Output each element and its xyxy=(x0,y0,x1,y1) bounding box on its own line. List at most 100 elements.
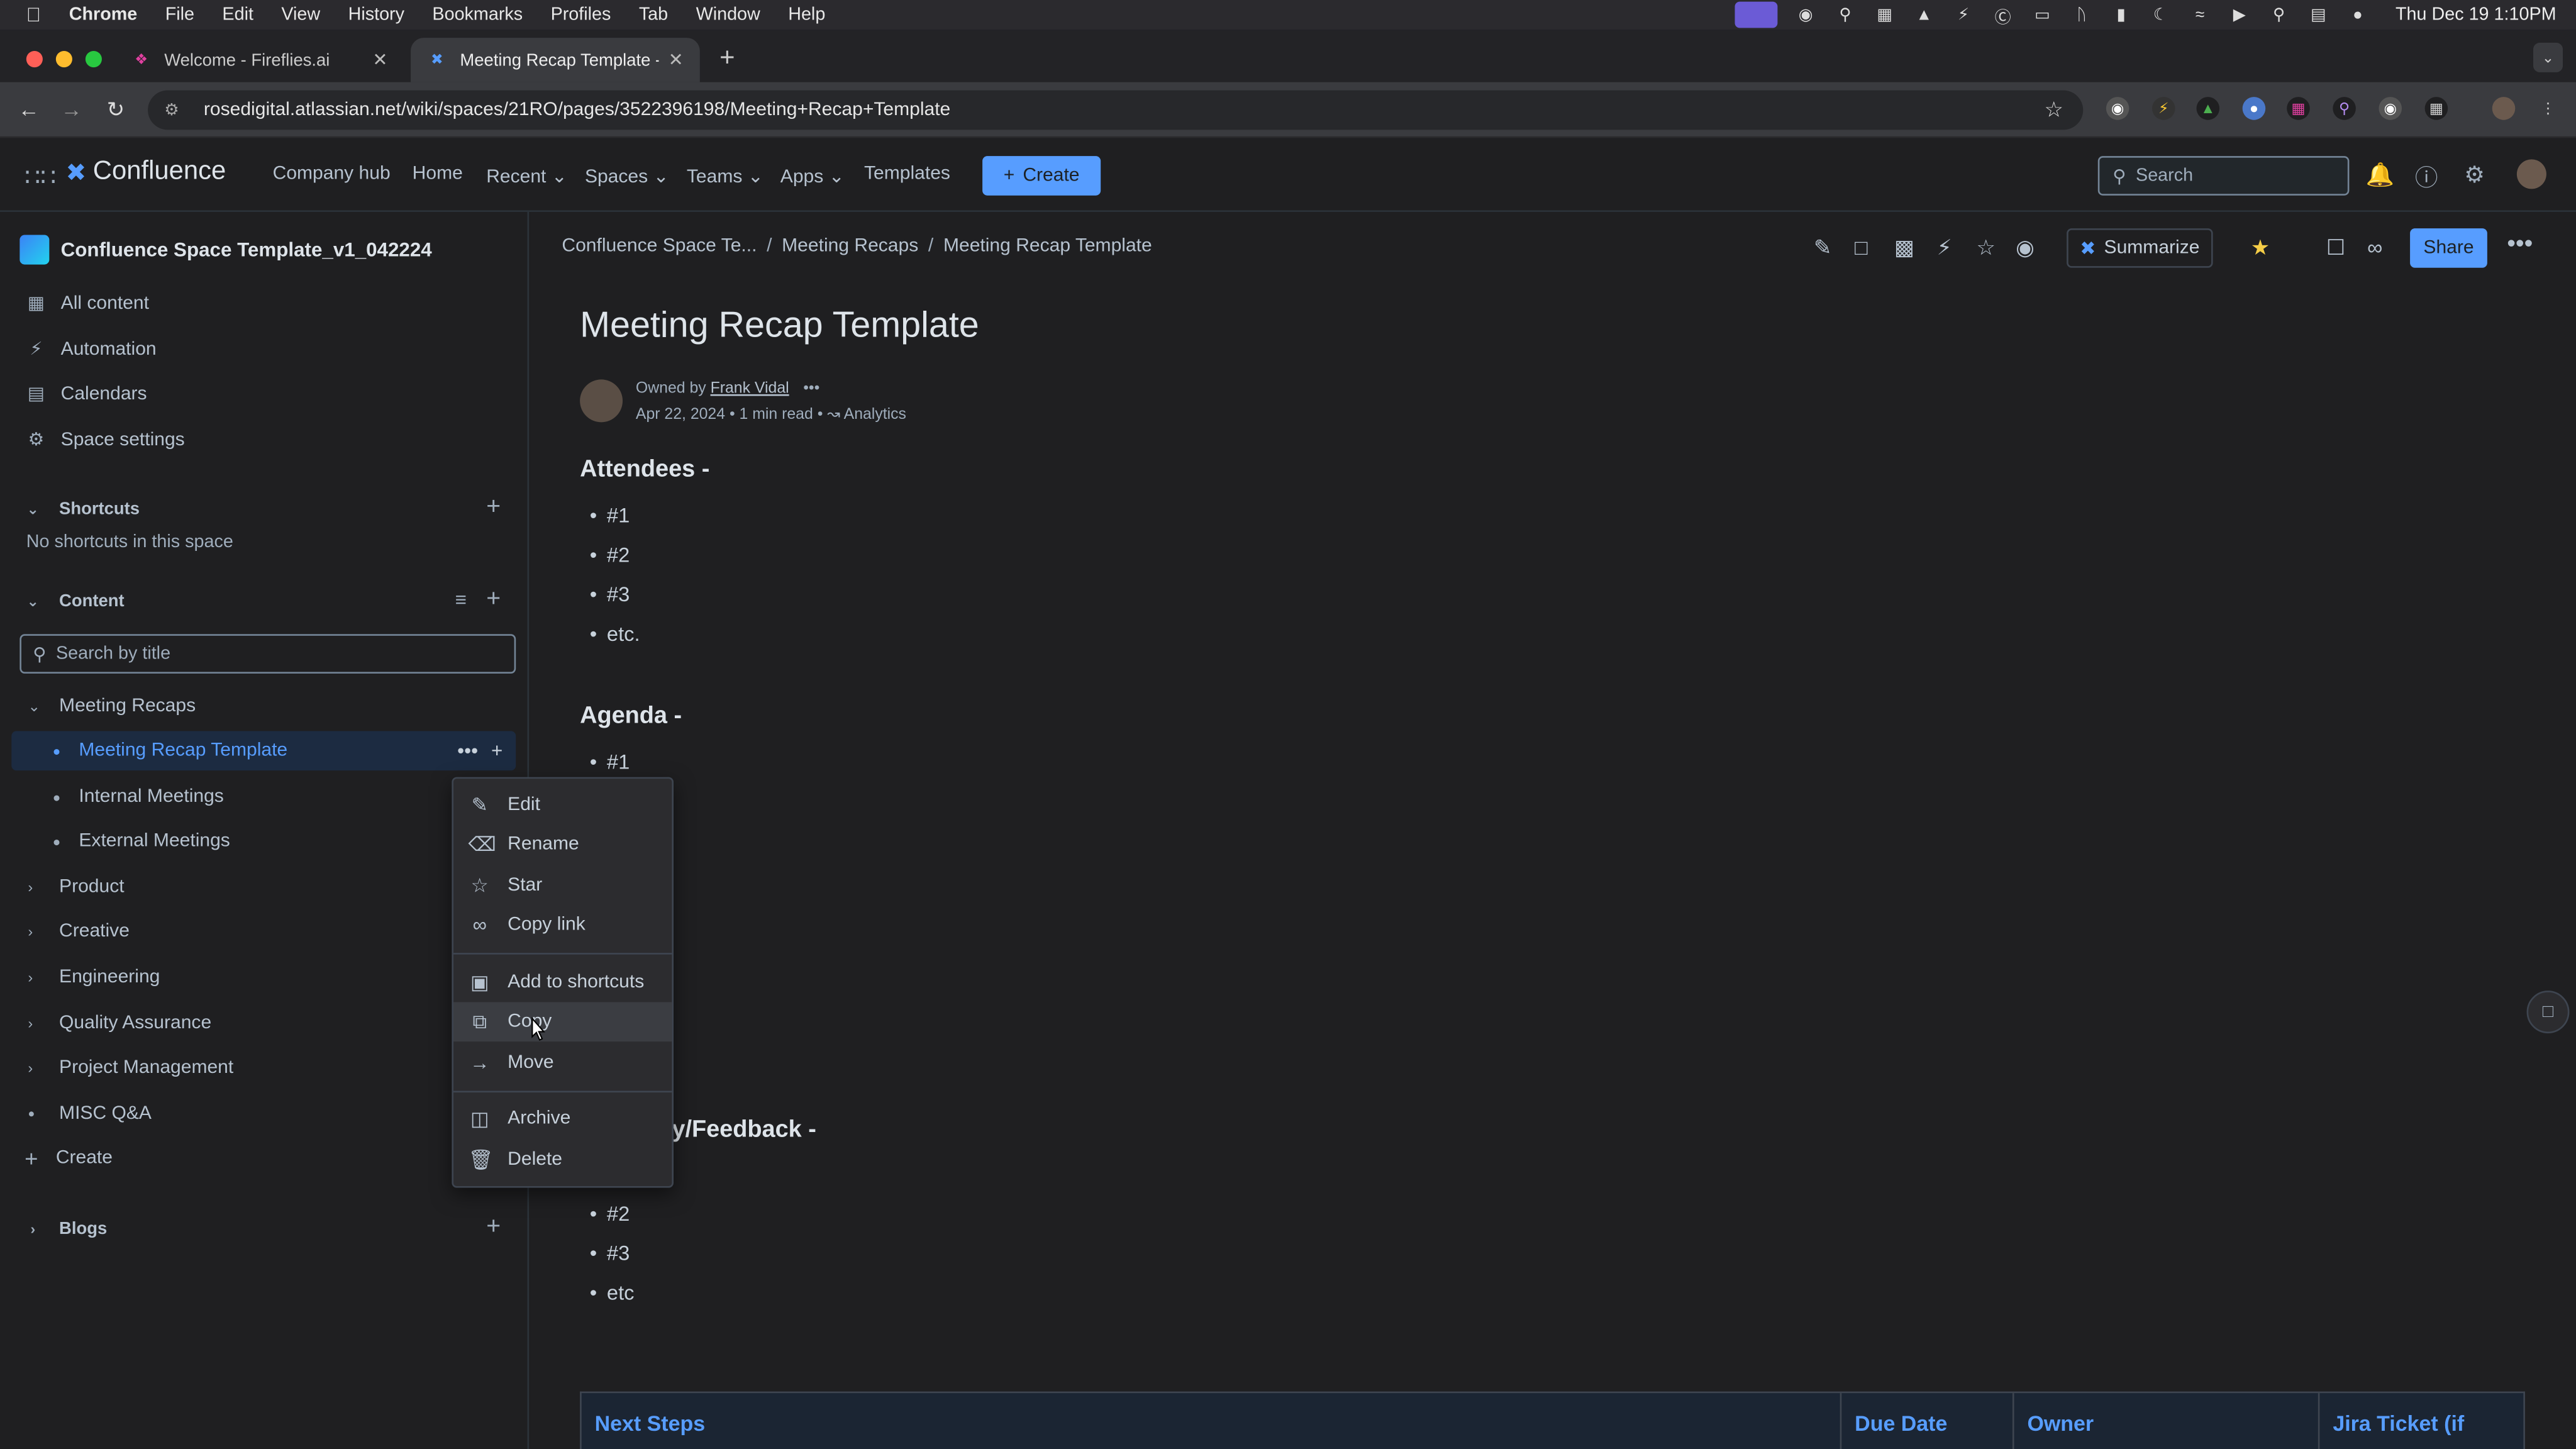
menu-item-rename[interactable]: ⌫ Rename xyxy=(453,824,672,864)
menu-item-add-to-shortcuts[interactable]: ▣ Add to shortcuts xyxy=(453,963,672,1002)
chevron-right-icon[interactable]: › xyxy=(28,1060,44,1076)
menu-item-star[interactable]: ☆ Star xyxy=(453,866,672,906)
back-icon[interactable]: ← xyxy=(18,97,40,121)
tab-search-icon[interactable]: ⌄ xyxy=(2533,42,2563,72)
create-button[interactable]: + Create xyxy=(982,156,1101,196)
control-center-icon[interactable]: ▤ xyxy=(2307,5,2330,25)
star-icon[interactable]: ☆ xyxy=(1976,235,1995,262)
apple-icon[interactable]:  xyxy=(26,3,50,26)
browser-tab-confluence[interactable]: ✖ Meeting Recap Template - Con ✕ xyxy=(411,38,700,82)
chevron-right-icon[interactable]: › xyxy=(28,1015,44,1031)
bookmark-star-icon[interactable]: ☆ xyxy=(2044,97,2063,123)
spotlight-icon[interactable]: ⚲ xyxy=(2267,5,2290,25)
video-icon[interactable]: ▩ xyxy=(1894,235,1914,262)
figma-icon[interactable]: ▦ xyxy=(1873,5,1896,25)
siri-icon[interactable]: ● xyxy=(2346,5,2370,25)
menu-item-delete[interactable]: 🗑 Delete xyxy=(453,1140,672,1180)
menu-bookmarks[interactable]: Bookmarks xyxy=(432,5,523,25)
menu-profiles[interactable]: Profiles xyxy=(551,5,611,25)
extension-icon-5[interactable]: ◉ xyxy=(2379,97,2402,120)
add-child-icon[interactable]: + xyxy=(491,739,502,762)
tree-item-meeting-recaps[interactable]: ⌄ Meeting Recaps xyxy=(0,687,529,726)
menu-view[interactable]: View xyxy=(281,5,320,25)
search-by-title-input[interactable]: ⚲ Search by title xyxy=(19,634,516,674)
tree-item-internal-meetings[interactable]: ● Internal Meetings xyxy=(0,777,529,817)
watch-eye-icon[interactable]: ◉ xyxy=(2016,235,2035,262)
close-tab-icon[interactable]: ✕ xyxy=(372,49,387,70)
onepassword-icon[interactable]: Ⓒ xyxy=(1991,5,2014,27)
google-drive-icon[interactable]: ▲ xyxy=(2196,97,2220,120)
restrictions-lock-icon[interactable]: ☐ xyxy=(2326,235,2345,262)
inline-comments-icon[interactable]: □ xyxy=(2526,991,2570,1034)
moon-icon[interactable]: ☾ xyxy=(2149,5,2172,25)
sidebar-item-automation[interactable]: ⚡ Automation xyxy=(26,338,157,360)
summarize-button[interactable]: ✖ Summarize xyxy=(2067,228,2213,268)
address-bar[interactable]: ⚙ rosedigital.atlassian.net/wiki/spaces/… xyxy=(148,90,2084,130)
display-icon[interactable]: ▭ xyxy=(2031,5,2054,25)
tree-item-meeting-recap-template[interactable]: ● Meeting Recap Template ••• + xyxy=(11,731,516,771)
tree-item-creative[interactable]: › Creative xyxy=(0,912,529,952)
menu-item-copy-link[interactable]: ∞ Copy link xyxy=(453,905,672,945)
help-icon[interactable]: ⓘ xyxy=(2415,161,2438,194)
menu-tab[interactable]: Tab xyxy=(639,5,668,25)
user-avatar[interactable] xyxy=(2516,159,2546,189)
menu-edit[interactable]: Edit xyxy=(222,5,253,25)
owner-link[interactable]: Frank Vidal xyxy=(711,379,789,397)
chevron-down-icon[interactable]: ⌄ xyxy=(19,588,46,614)
minimize-window-button[interactable] xyxy=(55,50,72,68)
menu-history[interactable]: History xyxy=(348,5,404,25)
menu-item-archive[interactable]: ◫ Archive xyxy=(453,1099,672,1139)
confluence-logo[interactable]: ✖ Confluence xyxy=(65,158,226,187)
chevron-right-icon[interactable]: › xyxy=(28,923,44,940)
app-icon[interactable]: ▲ xyxy=(1913,5,1936,25)
global-search-input[interactable]: ⚲ Search xyxy=(2097,156,2350,196)
nav-templates[interactable]: Templates xyxy=(864,164,950,184)
menu-clock[interactable]: Thu Dec 19 1:10PM xyxy=(2396,5,2557,25)
forward-icon[interactable]: → xyxy=(61,97,82,121)
space-title[interactable]: Confluence Space Template_v1_042224 xyxy=(19,235,432,265)
nav-spaces[interactable]: Spaces ⌄ xyxy=(585,164,669,187)
chevron-right-icon[interactable]: › xyxy=(28,879,44,896)
breadcrumb-meeting-recaps[interactable]: Meeting Recaps xyxy=(782,236,918,256)
nav-apps[interactable]: Apps ⌄ xyxy=(780,164,845,187)
sidebar-item-space-settings[interactable]: ⚙ Space settings xyxy=(26,429,185,450)
nav-teams[interactable]: Teams ⌄ xyxy=(687,164,763,187)
site-info-icon[interactable]: ⚙ xyxy=(164,101,191,119)
add-content-icon[interactable]: + xyxy=(486,585,501,613)
table-header-owner[interactable]: Owner xyxy=(2014,1393,2320,1449)
reload-icon[interactable]: ↻ xyxy=(107,97,125,123)
table-header-next-steps[interactable]: Next Steps xyxy=(582,1393,1842,1449)
search-menu-icon[interactable]: ⚲ xyxy=(1834,5,1857,25)
menu-window[interactable]: Window xyxy=(696,5,760,25)
sidebar-item-calendars[interactable]: ▤ Calendars xyxy=(26,383,147,404)
menu-item-move[interactable]: → Move xyxy=(453,1043,672,1083)
filter-icon[interactable]: ≡ xyxy=(455,588,467,611)
bluetooth-icon[interactable]: ᚢ xyxy=(2070,5,2094,25)
zoom-window-button[interactable] xyxy=(85,50,102,68)
automation-bolt-icon[interactable]: ⚡ xyxy=(1937,235,1952,262)
edit-pencil-icon[interactable]: ✎ xyxy=(1814,235,1831,262)
browser-menu-icon[interactable]: ⋮ xyxy=(2536,97,2560,120)
extension-icon-2[interactable]: ● xyxy=(2242,97,2266,120)
chevron-right-icon[interactable]: › xyxy=(19,1216,46,1242)
comment-icon[interactable]: □ xyxy=(1855,235,1868,260)
tree-item-project-management[interactable]: › Project Management xyxy=(0,1048,529,1088)
menu-help[interactable]: Help xyxy=(788,5,825,25)
copy-link-icon[interactable]: ∞ xyxy=(2367,235,2382,260)
close-window-button[interactable] xyxy=(26,50,43,68)
close-tab-icon[interactable]: ✕ xyxy=(669,49,684,70)
play-icon[interactable]: ▶ xyxy=(2228,5,2251,25)
owner-more-icon[interactable]: ••• xyxy=(803,379,819,397)
settings-gear-icon[interactable]: ⚙ xyxy=(2464,161,2485,189)
grammarly-icon[interactable]: ◉ xyxy=(1794,5,1818,25)
table-header-jira-ticket[interactable]: Jira Ticket (if xyxy=(2319,1393,2523,1449)
breadcrumb-space[interactable]: Confluence Space Te... xyxy=(562,236,757,256)
browser-tab-fireflies[interactable]: ❖ Welcome - Fireflies.ai ✕ xyxy=(115,38,404,82)
tree-item-quality-assurance[interactable]: › Quality Assurance xyxy=(0,1004,529,1043)
menu-file[interactable]: File xyxy=(165,5,194,25)
tree-item-misc-qa[interactable]: ● MISC Q&A xyxy=(0,1094,529,1134)
extension-icon-4[interactable]: ⚲ xyxy=(2333,97,2356,120)
menu-item-edit[interactable]: ✎ Edit xyxy=(453,786,672,825)
extension-bolt-icon[interactable]: ⚡ xyxy=(2151,97,2175,120)
add-blog-icon[interactable]: + xyxy=(486,1213,501,1240)
